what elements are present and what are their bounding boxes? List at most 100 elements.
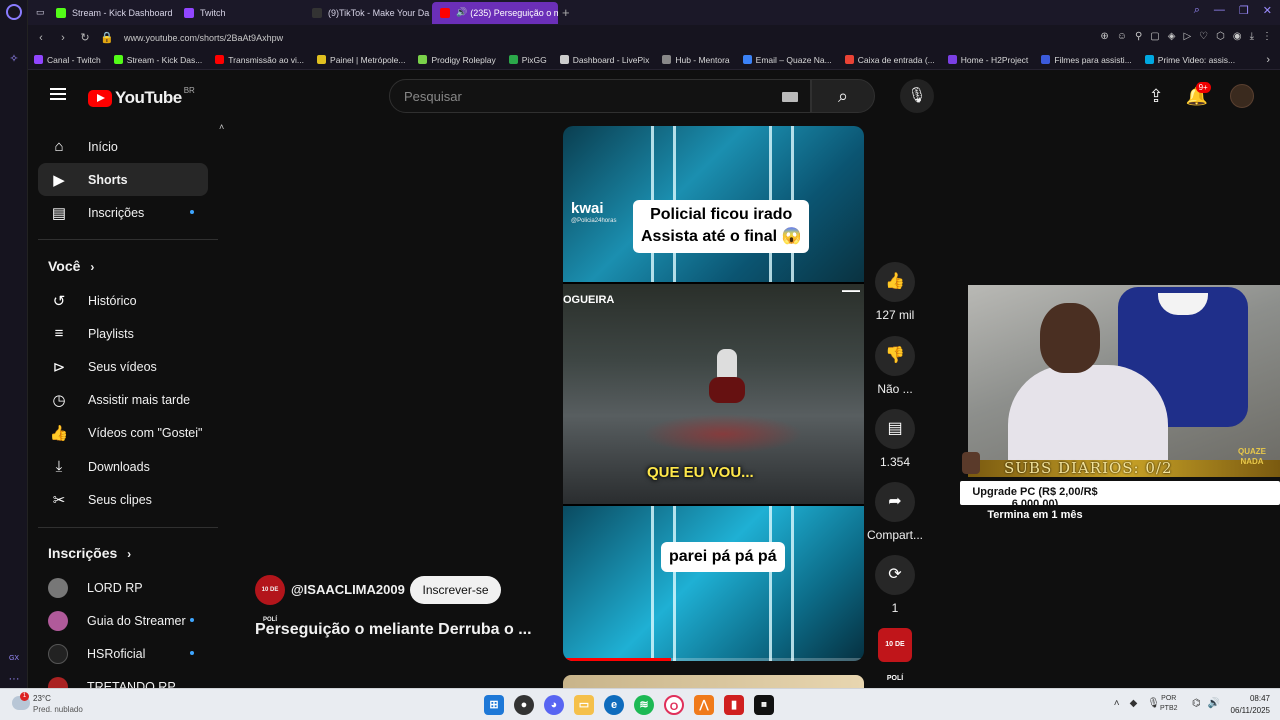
bookmark-item[interactable]: Prodigy Roleplay	[418, 55, 496, 65]
tab-youtube[interactable]: 🔊 (235) Perseguição o m	[432, 1, 558, 24]
chevron-up-icon[interactable]: ˄	[219, 122, 224, 132]
share-button[interactable]: ➦ Compart...	[866, 482, 924, 542]
menu-hamburger-icon[interactable]	[50, 88, 66, 100]
bookmark-item[interactable]: Prime Video: assis...	[1144, 55, 1235, 65]
bookmark-item[interactable]: PixGG	[508, 55, 547, 65]
sidebar-item-downloads[interactable]: ⤓ Downloads	[38, 450, 208, 483]
sidebar-channel[interactable]: Guia do Streamer	[38, 604, 208, 637]
search-input[interactable]: Pesquisar	[389, 79, 811, 113]
download-browser-icon[interactable]: ⤓	[1250, 31, 1254, 42]
bookmark-item[interactable]: Caixa de entrada (...	[844, 55, 935, 65]
reload-icon[interactable]: ↻	[76, 31, 94, 44]
voice-search-button[interactable]: 🎙	[900, 79, 934, 113]
bookmark-item[interactable]: Transmissão ao vi...	[215, 55, 304, 65]
bookmark-item[interactable]: Hub - Mentora	[662, 55, 730, 65]
network-icon[interactable]: ⌬	[1192, 698, 1201, 709]
comments-button[interactable]: ▤ 1.354	[866, 409, 924, 469]
sidebar-item-watch-later[interactable]: ◷ Assistir mais tarde	[38, 383, 208, 416]
bookmark-item[interactable]: Dashboard - LivePix	[559, 55, 649, 65]
profile-icon[interactable]: ◉	[1233, 31, 1242, 42]
bookmark-item[interactable]: Home - H2Project	[947, 55, 1028, 65]
keyboard-icon[interactable]	[782, 92, 798, 102]
new-tab-button[interactable]: +	[562, 5, 570, 20]
tray-chevron-icon[interactable]: ˄	[1114, 698, 1120, 709]
sidebar-item-home[interactable]: ⌂ Início	[38, 130, 208, 163]
pin-icon[interactable]: ⚲	[1135, 31, 1142, 42]
dislike-button[interactable]: 👎 Não ...	[866, 336, 924, 396]
spotify-icon[interactable]: ≋	[634, 695, 654, 715]
like-button[interactable]: 👍 127 mil	[866, 262, 924, 322]
video-progress-bar[interactable]	[563, 658, 864, 661]
app-icon[interactable]: ⋀	[694, 695, 714, 715]
maximize-button[interactable]: ❐	[1239, 4, 1249, 17]
search-tabs-icon[interactable]: ⌕	[1194, 4, 1200, 17]
tab-twitch[interactable]: Twitch	[176, 2, 304, 24]
bookmark-item[interactable]: Painel | Metrópole...	[317, 55, 405, 65]
snapshot-icon[interactable]: ▢	[1150, 31, 1159, 42]
bookmarks-overflow-icon[interactable]: ›	[1266, 54, 1270, 66]
notifications-icon[interactable]: 🔔 9+	[1186, 81, 1211, 107]
language-indicator[interactable]: POR PTB2	[1160, 694, 1178, 714]
zoom-icon[interactable]: ⊕	[1100, 31, 1108, 42]
sidebar-item-shorts[interactable]: ▶ Shorts	[38, 163, 208, 196]
gx-icon[interactable]: GX	[7, 652, 21, 666]
forward-icon[interactable]: ›	[54, 32, 72, 44]
app-tray-icon[interactable]: ◆	[1130, 698, 1138, 709]
heart-icon[interactable]: ♡	[1199, 31, 1208, 42]
account-avatar[interactable]	[1230, 84, 1254, 108]
sidebar-item-your-videos[interactable]: ⊳ Seus vídeos	[38, 350, 208, 383]
app-icon[interactable]: ●	[514, 695, 534, 715]
sidebar-item-clips[interactable]: ✂ Seus clipes	[38, 483, 208, 516]
search-button[interactable]: ⌕	[811, 79, 875, 113]
sidebar-item-history[interactable]: ↺ Histórico	[38, 284, 208, 317]
menu-icon[interactable]: ⋮	[1262, 31, 1272, 42]
back-icon[interactable]: ‹	[32, 32, 50, 44]
emoji-icon[interactable]: ☺	[1117, 31, 1127, 42]
discord-icon[interactable]: ◕	[544, 695, 564, 715]
sidebar-channel[interactable]: HSRoficial	[38, 637, 208, 670]
subscribe-button[interactable]: Inscrever-se	[410, 576, 501, 604]
sidebar-channel[interactable]: TRETANDO RP	[38, 670, 208, 688]
remix-button[interactable]: ⟳ 1	[866, 555, 924, 615]
shorts-player[interactable]: kwai @Policia24horas Policial ficou irad…	[563, 126, 864, 661]
clock[interactable]: 08:47 06/11/2025	[1231, 693, 1270, 717]
sidebar-item-playlists[interactable]: ≡ Playlists	[38, 317, 208, 350]
tab-switcher-icon[interactable]: ▭	[28, 2, 48, 24]
extensions-icon[interactable]: ⬡	[1216, 31, 1225, 42]
sidebar-item-subscriptions[interactable]: ▤ Inscrições	[38, 196, 208, 229]
brand-logo: QUAZE NADA	[1238, 447, 1266, 466]
minimize-button[interactable]: —	[1214, 4, 1225, 17]
sidebar-channel[interactable]: LORD RP	[38, 571, 208, 604]
channel-avatar[interactable]: 10 DE POLÍ	[255, 575, 285, 623]
bookmark-item[interactable]: Canal - Twitch	[34, 55, 101, 65]
mic-tray-icon[interactable]: 🎙	[1147, 698, 1160, 709]
upload-icon[interactable]: ⇪	[1148, 86, 1163, 107]
opera-logo-icon[interactable]	[6, 4, 22, 20]
you-section-heading[interactable]: Você ›	[48, 258, 94, 274]
bookmark-item[interactable]: Stream - Kick Das...	[113, 55, 202, 65]
short-title[interactable]: Perseguição o meliante Derruba o ...	[255, 621, 532, 639]
tab-tiktok[interactable]: (9)TikTok - Make Your Da	[304, 2, 432, 24]
more-icon[interactable]: ···	[7, 672, 21, 686]
url-field[interactable]: www.youtube.com/shorts/2BaAt9Axhpw	[124, 33, 283, 43]
folder-icon[interactable]: ▭	[574, 695, 594, 715]
subscriptions-heading[interactable]: Inscrições ›	[48, 545, 131, 561]
sound-channel-avatar[interactable]: 10 DE POLÍ	[878, 628, 912, 682]
volume-icon[interactable]: 🔊	[1208, 698, 1220, 709]
tab-kick[interactable]: Stream - Kick Dashboard	[48, 2, 176, 24]
sidebar-item-liked[interactable]: 👍 Vídeos com "Gostei"	[38, 416, 208, 449]
next-short-preview[interactable]	[563, 675, 864, 689]
opera-gx-icon[interactable]: O	[664, 695, 684, 715]
app-icon[interactable]: ▮	[724, 695, 744, 715]
close-button[interactable]: ✕	[1263, 4, 1272, 17]
channel-name[interactable]: @ISAACLIMA2009	[291, 582, 405, 597]
edge-icon[interactable]: e	[604, 695, 624, 715]
player-icon[interactable]: ▷	[1183, 31, 1191, 42]
youtube-logo[interactable]: YouTube BR	[88, 86, 195, 108]
aria-icon[interactable]: ✧	[7, 52, 21, 66]
app-icon[interactable]: ▦	[754, 695, 774, 715]
vpn-icon[interactable]: ◈	[1168, 31, 1176, 42]
bookmark-item[interactable]: Email – Quaze Na...	[742, 55, 832, 65]
bookmark-item[interactable]: Filmes para assisti...	[1041, 55, 1132, 65]
windows-start-icon[interactable]: ⊞	[484, 695, 504, 715]
